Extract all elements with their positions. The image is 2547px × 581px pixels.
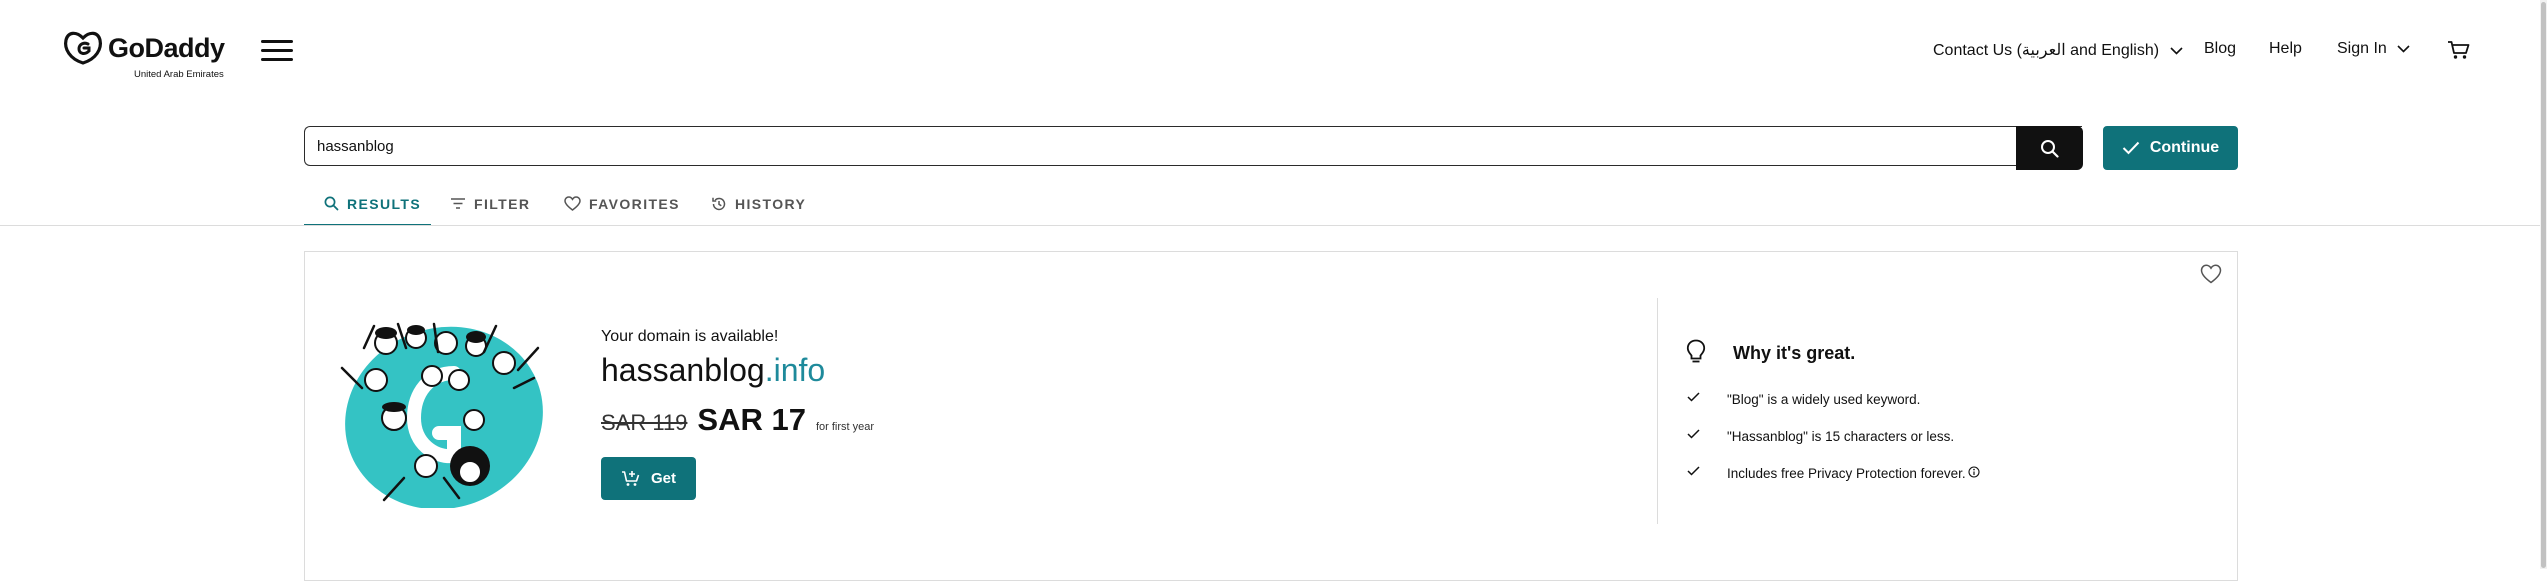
chevron-down-icon (2169, 47, 2183, 55)
why-great-title: Why it's great. (1733, 343, 1856, 363)
tab-favorites-label: FAVORITES (589, 195, 680, 212)
tab-filter-label: FILTER (474, 195, 531, 212)
heart-icon (2200, 264, 2222, 284)
check-icon (1687, 466, 1700, 476)
tab-history[interactable]: HISTORY (711, 182, 806, 225)
sale-price: SAR 17 (697, 402, 806, 437)
card-divider (1657, 298, 1658, 524)
people-illustration (340, 322, 543, 508)
chevron-down-icon (2397, 45, 2410, 53)
domain-tld: .info (764, 352, 826, 388)
continue-label: Continue (2149, 139, 2220, 156)
domain-sld: hassanblog (601, 352, 765, 388)
get-domain-button[interactable]: Get (601, 457, 696, 500)
history-icon (712, 197, 726, 210)
tab-history-label: HISTORY (735, 195, 807, 212)
tabs-divider (0, 225, 2547, 226)
check-icon (1687, 392, 1700, 402)
brand-region: United Arab Emirates (134, 69, 224, 80)
favorite-button[interactable] (2200, 264, 2222, 284)
search-icon (2041, 139, 2059, 158)
why-item-text-wrap: Includes free Privacy Protection forever… (1727, 466, 1980, 481)
cart-button[interactable] (2447, 40, 2471, 60)
tab-results-label: RESULTS (347, 195, 422, 212)
sign-in-menu[interactable]: Sign In (2337, 40, 2410, 58)
why-item-text: "Hassanblog" is 15 characters or less. (1727, 429, 1955, 444)
tab-results[interactable]: RESULTS (304, 182, 431, 226)
help-link[interactable]: Help (2269, 40, 2302, 58)
info-icon[interactable] (1968, 466, 1980, 478)
price-row: SAR 119 SAR 17 for first year (601, 402, 874, 438)
why-item-text: "Blog" is a widely used keyword. (1727, 392, 1921, 407)
get-label: Get (650, 470, 676, 487)
search-button[interactable] (2016, 126, 2083, 170)
domain-search-input[interactable] (304, 126, 2082, 166)
price-period: for first year (815, 421, 875, 433)
lightbulb-icon (1686, 339, 1706, 363)
heart-icon (564, 196, 581, 211)
tab-favorites[interactable]: FAVORITES (564, 182, 680, 225)
check-icon (1687, 429, 1700, 439)
brand-name: GoDaddy (108, 33, 225, 63)
check-icon (2122, 141, 2140, 155)
filter-icon (451, 198, 465, 209)
hamburger-menu-icon[interactable] (261, 38, 293, 62)
availability-status: Your domain is available! (601, 328, 779, 345)
godaddy-logo-icon (64, 31, 102, 65)
domain-result-card (304, 251, 2238, 581)
blog-link[interactable]: Blog (2204, 40, 2236, 58)
search-icon (324, 196, 339, 211)
site-header: GoDaddy United Arab Emirates Contact Us … (0, 0, 2547, 110)
scrollbar-thumb[interactable] (2541, 2, 2546, 568)
contact-us-label: Contact Us (العربية and English) (1933, 42, 2160, 59)
why-item-text: Includes free Privacy Protection forever… (1727, 466, 1966, 481)
original-price: SAR 119 (601, 410, 688, 435)
contact-us-menu[interactable]: Contact Us (العربية and English) (1933, 40, 2183, 60)
sign-in-label: Sign In (2337, 40, 2387, 57)
continue-button[interactable]: Continue (2103, 126, 2238, 170)
domain-name: hassanblog.info (601, 352, 825, 389)
add-to-cart-icon (621, 471, 640, 486)
tab-filter[interactable]: FILTER (450, 182, 530, 225)
cart-icon (2448, 41, 2470, 59)
